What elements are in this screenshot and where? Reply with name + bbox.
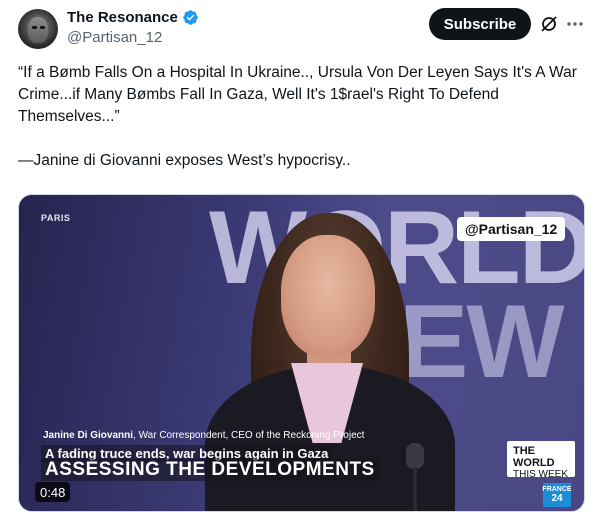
watermark-handle: @Partisan_12	[457, 217, 566, 241]
tweet-attribution: —Janine di Giovanni exposes West’s hypoc…	[18, 152, 351, 169]
microphone	[406, 443, 424, 469]
grok-slash-icon[interactable]	[539, 14, 559, 34]
studio-backdrop-text: EW	[399, 284, 565, 400]
more-horizontal-icon[interactable]	[565, 14, 585, 34]
speaker-name: Janine Di Giovanni	[43, 430, 134, 441]
channel-logo-line2: 24	[551, 493, 563, 504]
lower-third-title: ASSESSING THE DEVELOPMENTS	[41, 459, 379, 481]
video-duration: 0:48	[35, 482, 71, 502]
avatar-eye	[40, 26, 45, 29]
microphone-stand	[413, 467, 417, 511]
video-player[interactable]: WORLD EW PARIS @Partisan_12 Janine Di Gi…	[18, 194, 585, 512]
channel-logo: FRANCE 24	[542, 483, 572, 507]
location-tag: PARIS	[41, 213, 71, 223]
tweet-text: “If a Bømb Falls On a Hospital In Ukrain…	[18, 62, 578, 172]
avatar[interactable]	[18, 9, 58, 49]
show-badge-subtitle: THIS WEEK	[513, 469, 569, 480]
tweet-card: The Resonance @Partisan_12 Subscribe “If…	[0, 0, 594, 528]
show-badge-title: THE WORLD	[513, 445, 555, 469]
show-badge: THE WORLD THIS WEEK	[507, 441, 575, 480]
author-display-name[interactable]: The Resonance	[67, 9, 178, 26]
lower-third-name: Janine Di Giovanni, War Correspondent, C…	[43, 430, 364, 441]
tweet-quote: “If a Bømb Falls On a Hospital In Ukrain…	[18, 64, 577, 125]
subscribe-button[interactable]: Subscribe	[429, 8, 531, 40]
author-name-row: The Resonance	[67, 9, 199, 26]
avatar-eye	[32, 26, 37, 29]
presenter-face	[281, 235, 375, 357]
speaker-role: , War Correspondent, CEO of the Reckonin…	[133, 430, 365, 441]
verified-badge-icon	[182, 9, 199, 26]
avatar-face	[28, 17, 48, 43]
author-handle[interactable]: @Partisan_12	[67, 29, 162, 46]
